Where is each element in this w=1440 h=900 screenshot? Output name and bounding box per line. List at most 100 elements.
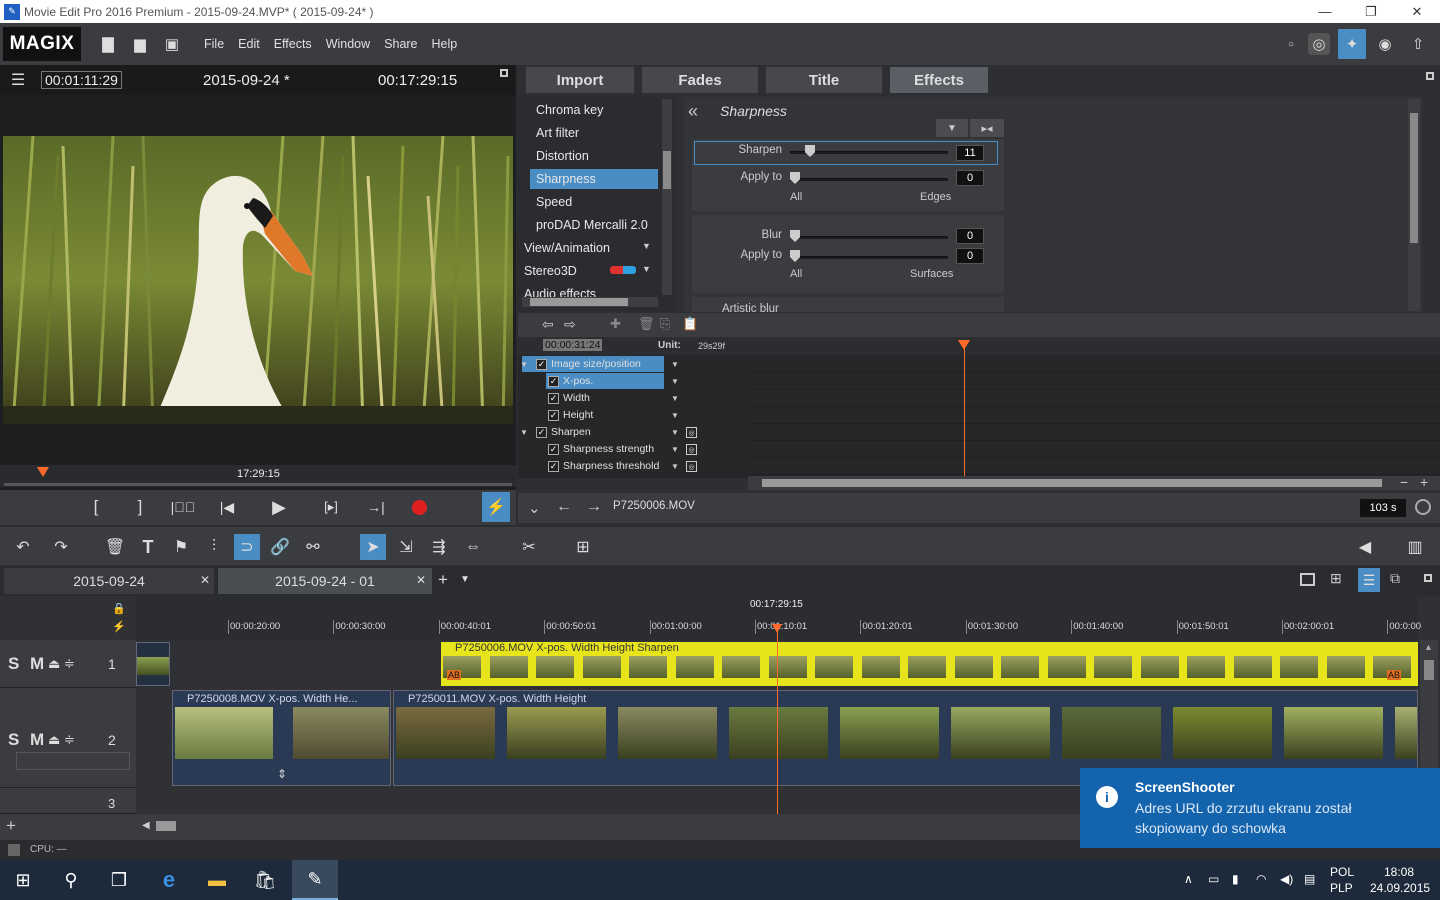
keyframe-row[interactable]: ✓ X-pos. ▼ (518, 373, 746, 390)
effect-category-item[interactable]: Chroma key (530, 100, 658, 120)
menu-window[interactable]: Window (326, 37, 370, 51)
fast-preview-icon[interactable]: ⚡ (482, 492, 510, 522)
chevron-down-icon[interactable]: ▼ (671, 428, 679, 437)
checkbox[interactable]: ✓ (548, 375, 559, 387)
search-icon[interactable]: ⚲ (48, 860, 94, 900)
chevron-down-icon[interactable]: ▼ (642, 264, 651, 274)
checkbox[interactable]: ✓ (548, 409, 559, 421)
tab-fades[interactable]: Fades (642, 67, 758, 93)
minimize-button[interactable]: — (1302, 0, 1348, 23)
chevron-down-icon[interactable]: ▼ (671, 360, 679, 369)
chevron-down-icon[interactable]: ▼ (671, 462, 679, 471)
expand-icon[interactable]: ▼ (520, 428, 528, 437)
playhead-line[interactable] (777, 624, 778, 814)
checkbox[interactable]: ✓ (548, 443, 559, 455)
checkbox[interactable]: ✓ (536, 426, 547, 438)
solo-mute[interactable]: S M (8, 654, 47, 674)
ab-marker-icon[interactable]: AB (1387, 670, 1402, 680)
playhead-marker-icon[interactable] (37, 467, 49, 477)
magnet-icon[interactable]: ⚡ (112, 620, 126, 633)
paste-keyframe-icon[interactable]: 📋 (682, 316, 698, 332)
keyframe-row[interactable]: ✓ Sharpness threshold ▼ ◎ (518, 458, 746, 475)
pointer-icon[interactable]: ➤ (360, 534, 386, 560)
loop-icon[interactable]: ⊃ (234, 534, 260, 560)
ab-marker-icon[interactable]: AB (447, 670, 462, 680)
redo-icon[interactable]: ↷ (48, 534, 74, 560)
wifi-icon[interactable]: ◠ (1256, 872, 1266, 886)
menu-effects[interactable]: Effects (274, 37, 312, 51)
show-hidden-icons[interactable]: ∧ (1184, 872, 1193, 886)
record-icon[interactable] (412, 500, 427, 515)
solo-mute[interactable]: S M (8, 730, 47, 750)
unlink-icon[interactable]: ⚯ (300, 534, 326, 560)
open-folder-icon[interactable]: ▆ (129, 33, 151, 55)
apply-to-slider-1[interactable] (790, 178, 948, 181)
menu-help[interactable]: Help (432, 37, 458, 51)
device-icon[interactable]: ▭ (1208, 872, 1219, 886)
marker-icon[interactable]: ⚑ (168, 534, 194, 560)
go-to-start-icon[interactable]: |◀⃝ (170, 496, 196, 518)
expand-icon[interactable]: ▼ (520, 360, 528, 369)
mark-in-button[interactable]: [ (86, 496, 106, 518)
headset-icon[interactable]: ◎ (1308, 33, 1330, 55)
collapse-icon[interactable]: « (688, 101, 698, 122)
battery-icon[interactable]: ▮ (1232, 872, 1239, 886)
keyframe-mode-icon[interactable]: ◎ (686, 444, 697, 455)
close-tab-icon[interactable]: ✕ (200, 573, 210, 587)
new-file-icon[interactable]: ▇ (97, 33, 119, 55)
hamburger-icon[interactable]: ☰ (8, 71, 28, 89)
tab-project-1[interactable]: 2015-09-24 ✕ (4, 568, 214, 594)
restore-button[interactable]: ❐ (1348, 0, 1394, 23)
list-scrollbar[interactable] (662, 99, 672, 295)
view-scene-icon[interactable]: ⧉ (1390, 570, 1400, 587)
ripple-icon[interactable]: ⇲ (393, 534, 419, 560)
apply-to-knob-1[interactable] (790, 172, 800, 184)
dot-icon[interactable]: ○ (1280, 33, 1302, 55)
compare-icon[interactable]: ▸◂ (970, 119, 1004, 137)
mixer-icon[interactable]: ▥ (1402, 534, 1428, 560)
close-tab-icon[interactable]: ✕ (416, 573, 426, 587)
track-options-icon[interactable]: ⏏ ≑ (48, 656, 75, 672)
sharpen-value[interactable]: 11 (956, 145, 984, 161)
scroll-left-icon[interactable]: ◀ (142, 820, 150, 831)
chevron-down-icon[interactable]: ▼ (671, 411, 679, 420)
scissors-icon[interactable]: ✂ (516, 534, 542, 560)
keyframe-playhead[interactable] (964, 340, 965, 476)
speaker-icon[interactable]: ◀) (1280, 872, 1293, 886)
previous-marker-icon[interactable]: |◀ (216, 496, 238, 518)
checkbox[interactable]: ✓ (548, 392, 559, 404)
track-scrollbar[interactable]: ▲ (1420, 640, 1438, 768)
ripple-all-icon[interactable]: ⇶ (426, 534, 452, 560)
add-track-icon[interactable]: + (6, 816, 16, 836)
delete-keyframe-icon[interactable]: 🗑 (638, 316, 655, 332)
save-icon[interactable]: ▣ (161, 33, 183, 55)
copy-keyframe-icon[interactable]: ⎘ (660, 316, 670, 332)
notification-toast[interactable]: i ScreenShooter Adres URL do zrzutu ekra… (1080, 768, 1440, 848)
next-clip-icon[interactable]: → (586, 498, 602, 516)
blur-knob[interactable] (790, 230, 800, 242)
task-view-icon[interactable]: ❒ (96, 860, 142, 900)
clip-p7250008[interactable]: P7250008.MOV X-pos. Width He... ⇕ (172, 690, 391, 786)
effect-category-item[interactable]: Sharpness (530, 169, 658, 189)
effect-category-item[interactable]: Stereo3D ▼ (518, 261, 651, 281)
maximize-panel-icon[interactable] (1426, 72, 1434, 80)
view-storyboard-icon[interactable]: ⊞ (1330, 570, 1342, 587)
current-timecode[interactable]: 00:01:11:29 (41, 71, 122, 89)
language-1[interactable]: POL (1330, 865, 1354, 879)
effect-category-item[interactable]: Distortion (530, 146, 658, 166)
arranger-hscroll[interactable] (156, 821, 176, 831)
disc-icon[interactable]: ◉ (1374, 33, 1396, 55)
store-icon[interactable]: 🛍 (242, 860, 288, 900)
stretch-icon[interactable]: ⇔ (460, 534, 486, 560)
effect-category-item[interactable]: Speed (530, 192, 658, 212)
blur-value[interactable]: 0 (956, 228, 984, 244)
keyframe-mode-icon[interactable]: ◎ (686, 427, 697, 438)
effect-category-item[interactable]: View/Animation ▼ (518, 238, 651, 258)
upload-icon[interactable]: ⇧ (1407, 33, 1429, 55)
menu-file[interactable]: File (204, 37, 224, 51)
action-center-icon[interactable]: ▤ (1304, 872, 1315, 886)
list-hscrollbar[interactable] (522, 297, 658, 307)
cut-scenes-icon[interactable]: ⫶ (201, 534, 227, 560)
zoom-out-icon[interactable]: − (1400, 474, 1408, 490)
next-keyframe-icon[interactable]: ⇨ (564, 316, 576, 333)
